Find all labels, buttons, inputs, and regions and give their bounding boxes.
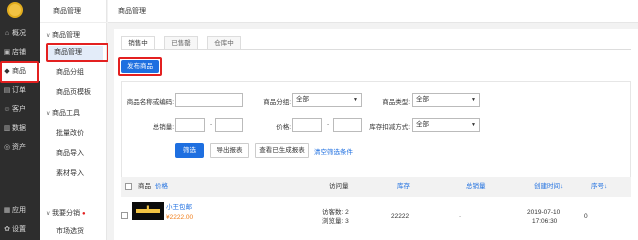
goods-type-label: 商品类型: — [382, 99, 410, 106]
store-logo[interactable] — [7, 2, 23, 18]
sales-min-input[interactable] — [175, 118, 205, 132]
col-stock[interactable]: 库存 — [397, 177, 410, 197]
tab-divider — [121, 49, 631, 50]
tab-sold-out[interactable]: 已售罄 — [164, 36, 198, 50]
sort-down-icon: ↓ — [560, 183, 564, 190]
nav-item-overview[interactable]: ⌂ 概况 — [0, 25, 40, 43]
goods-group-label: 商品分组: — [263, 99, 291, 106]
goods-name-input[interactable] — [175, 93, 243, 107]
select-all-checkbox[interactable] — [125, 183, 132, 190]
caret-down-icon: ▼ — [471, 122, 476, 128]
total-sales-label: 总销量: — [152, 124, 174, 131]
highlight-frame-goods-management — [46, 43, 109, 62]
sales-max-input[interactable] — [215, 118, 243, 132]
sidebar-item-batch-price[interactable]: 批量改价 — [56, 128, 84, 138]
created-date: 2019-07-10 — [527, 209, 561, 216]
col-visits: 访问量 — [329, 183, 349, 190]
col-price[interactable]: 价格 — [155, 177, 168, 197]
order-icon: ▤ — [3, 87, 11, 94]
page-views: 浏览量: 3 — [322, 218, 349, 225]
sidebar-item-goods-group[interactable]: 商品分组 — [56, 67, 84, 77]
stock-method-label: 库存扣减方式: — [369, 124, 410, 131]
row-checkbox[interactable] — [121, 212, 128, 219]
store-icon: ▣ — [3, 49, 11, 56]
goods-price: ¥2222.00 — [166, 214, 194, 221]
settings-icon: ✿ — [4, 226, 10, 233]
nav-item-apps[interactable]: ▦ 应用 — [0, 202, 40, 220]
asset-icon: ◎ — [3, 144, 11, 151]
secondary-sidebar: 商品管理 ∨ 商品管理 商品管理 商品分组 商品页模板 ∨ 商品工具 批量改价 商品… — [40, 0, 107, 240]
stock-method-select[interactable]: 全部 ▼ — [412, 118, 480, 132]
col-total-sales[interactable]: 总销量 — [466, 177, 486, 197]
export-report-button[interactable]: 导出报表 — [210, 143, 249, 158]
table-header: 商品 价格 访问量 库存 总销量 创建时间↓ 序号↓ — [121, 177, 631, 197]
view-reports-button[interactable]: 查看已生成报表 — [255, 143, 309, 158]
tab-warehouse[interactable]: 仓库中 — [207, 36, 241, 50]
home-icon: ⌂ — [4, 30, 10, 37]
nav-item-settings[interactable]: ✿ 设置 — [0, 221, 40, 239]
nav-item-store[interactable]: ▣ 店铺 — [0, 44, 40, 62]
apps-icon: ▦ — [3, 207, 11, 214]
created-time: 17:06:30 — [532, 218, 558, 225]
goods-type-select[interactable]: 全部 ▼ — [412, 93, 480, 107]
group-distribution[interactable]: ∨ 我要分销 ● — [46, 208, 86, 218]
sort-down-icon: ↓ — [604, 183, 608, 190]
filter-button[interactable]: 筛选 — [175, 143, 204, 158]
tab-on-sale[interactable]: 销售中 — [121, 36, 155, 50]
highlight-frame-publish — [118, 57, 162, 76]
col-order[interactable]: 序号↓ — [591, 177, 607, 197]
clear-filters-link[interactable]: 清空筛选条件 — [314, 146, 353, 156]
visitor-count: 访客数: 2 — [322, 209, 349, 216]
goods-group-select[interactable]: 全部 ▼ — [292, 93, 362, 107]
caret-down-icon: ▼ — [471, 97, 476, 103]
group-goods-management[interactable]: ∨ 商品管理 — [46, 30, 80, 40]
sidebar-item-page-template[interactable]: 商品页模板 — [56, 87, 91, 97]
arrow-down-icon: ⬇ — [144, 204, 152, 214]
notification-dot: ● — [81, 211, 86, 217]
order-value: 0 — [584, 213, 588, 220]
sidebar-item-goods-import[interactable]: 商品导入 — [56, 148, 84, 158]
price-label: 价格: — [276, 124, 291, 131]
page-title: 商品管理 — [108, 0, 638, 23]
nav-item-orders[interactable]: ▤ 订单 — [0, 82, 40, 100]
data-icon: ▥ — [3, 125, 11, 132]
price-min-input[interactable] — [292, 118, 322, 132]
sidebar-item-market[interactable]: 市场选货 — [56, 226, 84, 236]
group-goods-tools[interactable]: ∨ 商品工具 — [46, 108, 80, 118]
goods-name-link[interactable]: 小王包邮 — [166, 203, 192, 212]
col-goods: 商品 — [138, 183, 151, 190]
main-nav: ⌂ 概况 ▣ 店铺 ◆ 商品 ▤ 订单 ☺客户 ▥ 数据 ◎ 资产 ▦ 应用 ✿ 设置 — [0, 0, 40, 240]
range-separator: - — [210, 121, 213, 128]
goods-name-label: 商品名称或编码: — [126, 99, 174, 106]
customer-icon: ☺ — [3, 106, 11, 113]
sales-value: - — [459, 213, 462, 220]
range-separator: - — [327, 121, 330, 128]
stock-value: 22222 — [391, 213, 410, 220]
goods-thumbnail[interactable]: ⬇ — [132, 202, 164, 220]
sidebar-title: 商品管理 — [40, 0, 107, 23]
sidebar-item-material-import[interactable]: 素材导入 — [56, 168, 84, 178]
price-max-input[interactable] — [333, 118, 362, 132]
nav-item-data[interactable]: ▥ 数据 — [0, 120, 40, 138]
caret-down-icon: ▼ — [353, 97, 358, 103]
col-created-time[interactable]: 创建时间↓ — [534, 177, 563, 197]
nav-item-assets[interactable]: ◎ 资产 — [0, 139, 40, 157]
nav-item-customers[interactable]: ☺客户 — [0, 101, 40, 119]
highlight-frame-goods — [0, 61, 39, 83]
